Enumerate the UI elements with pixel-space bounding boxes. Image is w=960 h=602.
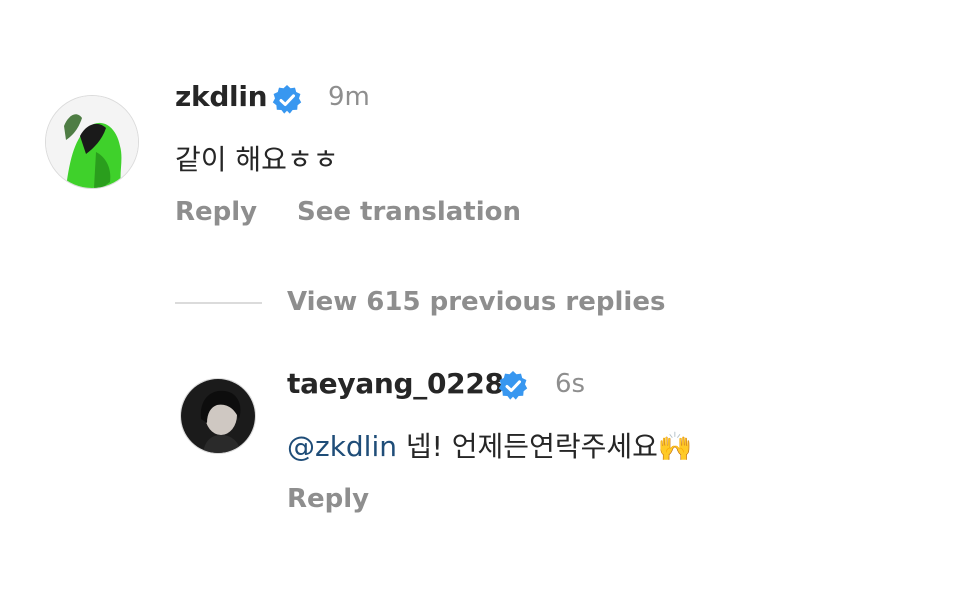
avatar-dark-portrait-icon bbox=[181, 379, 255, 453]
comment-avatar[interactable] bbox=[45, 95, 139, 189]
avatar-green-figure-icon bbox=[46, 96, 138, 188]
view-previous-replies-button[interactable]: View 615 previous replies bbox=[287, 287, 665, 317]
reply-text-line: @zkdlin 넵! 언제든연락주세요🙌 bbox=[287, 425, 693, 465]
verified-badge-icon bbox=[271, 84, 303, 120]
comment-text: 같이 해요ㅎㅎ bbox=[175, 143, 339, 176]
comment-reply-button[interactable]: Reply bbox=[175, 197, 257, 227]
see-translation-button[interactable]: See translation bbox=[297, 197, 521, 227]
reply-text: 넵! 언제든연락주세요 bbox=[405, 430, 658, 463]
reply-timestamp: 6s bbox=[555, 369, 586, 399]
mention-link[interactable]: @zkdlin bbox=[287, 430, 397, 463]
reply-reply-button[interactable]: Reply bbox=[287, 484, 369, 514]
comment-timestamp: 9m bbox=[328, 82, 370, 112]
replies-divider bbox=[175, 302, 262, 304]
reply-avatar[interactable] bbox=[180, 378, 256, 454]
raised-hands-emoji-icon: 🙌 bbox=[657, 430, 693, 463]
reply-username[interactable]: taeyang_0228 bbox=[287, 367, 504, 400]
verified-badge-icon bbox=[497, 370, 529, 406]
comment-username[interactable]: zkdlin bbox=[175, 80, 268, 113]
